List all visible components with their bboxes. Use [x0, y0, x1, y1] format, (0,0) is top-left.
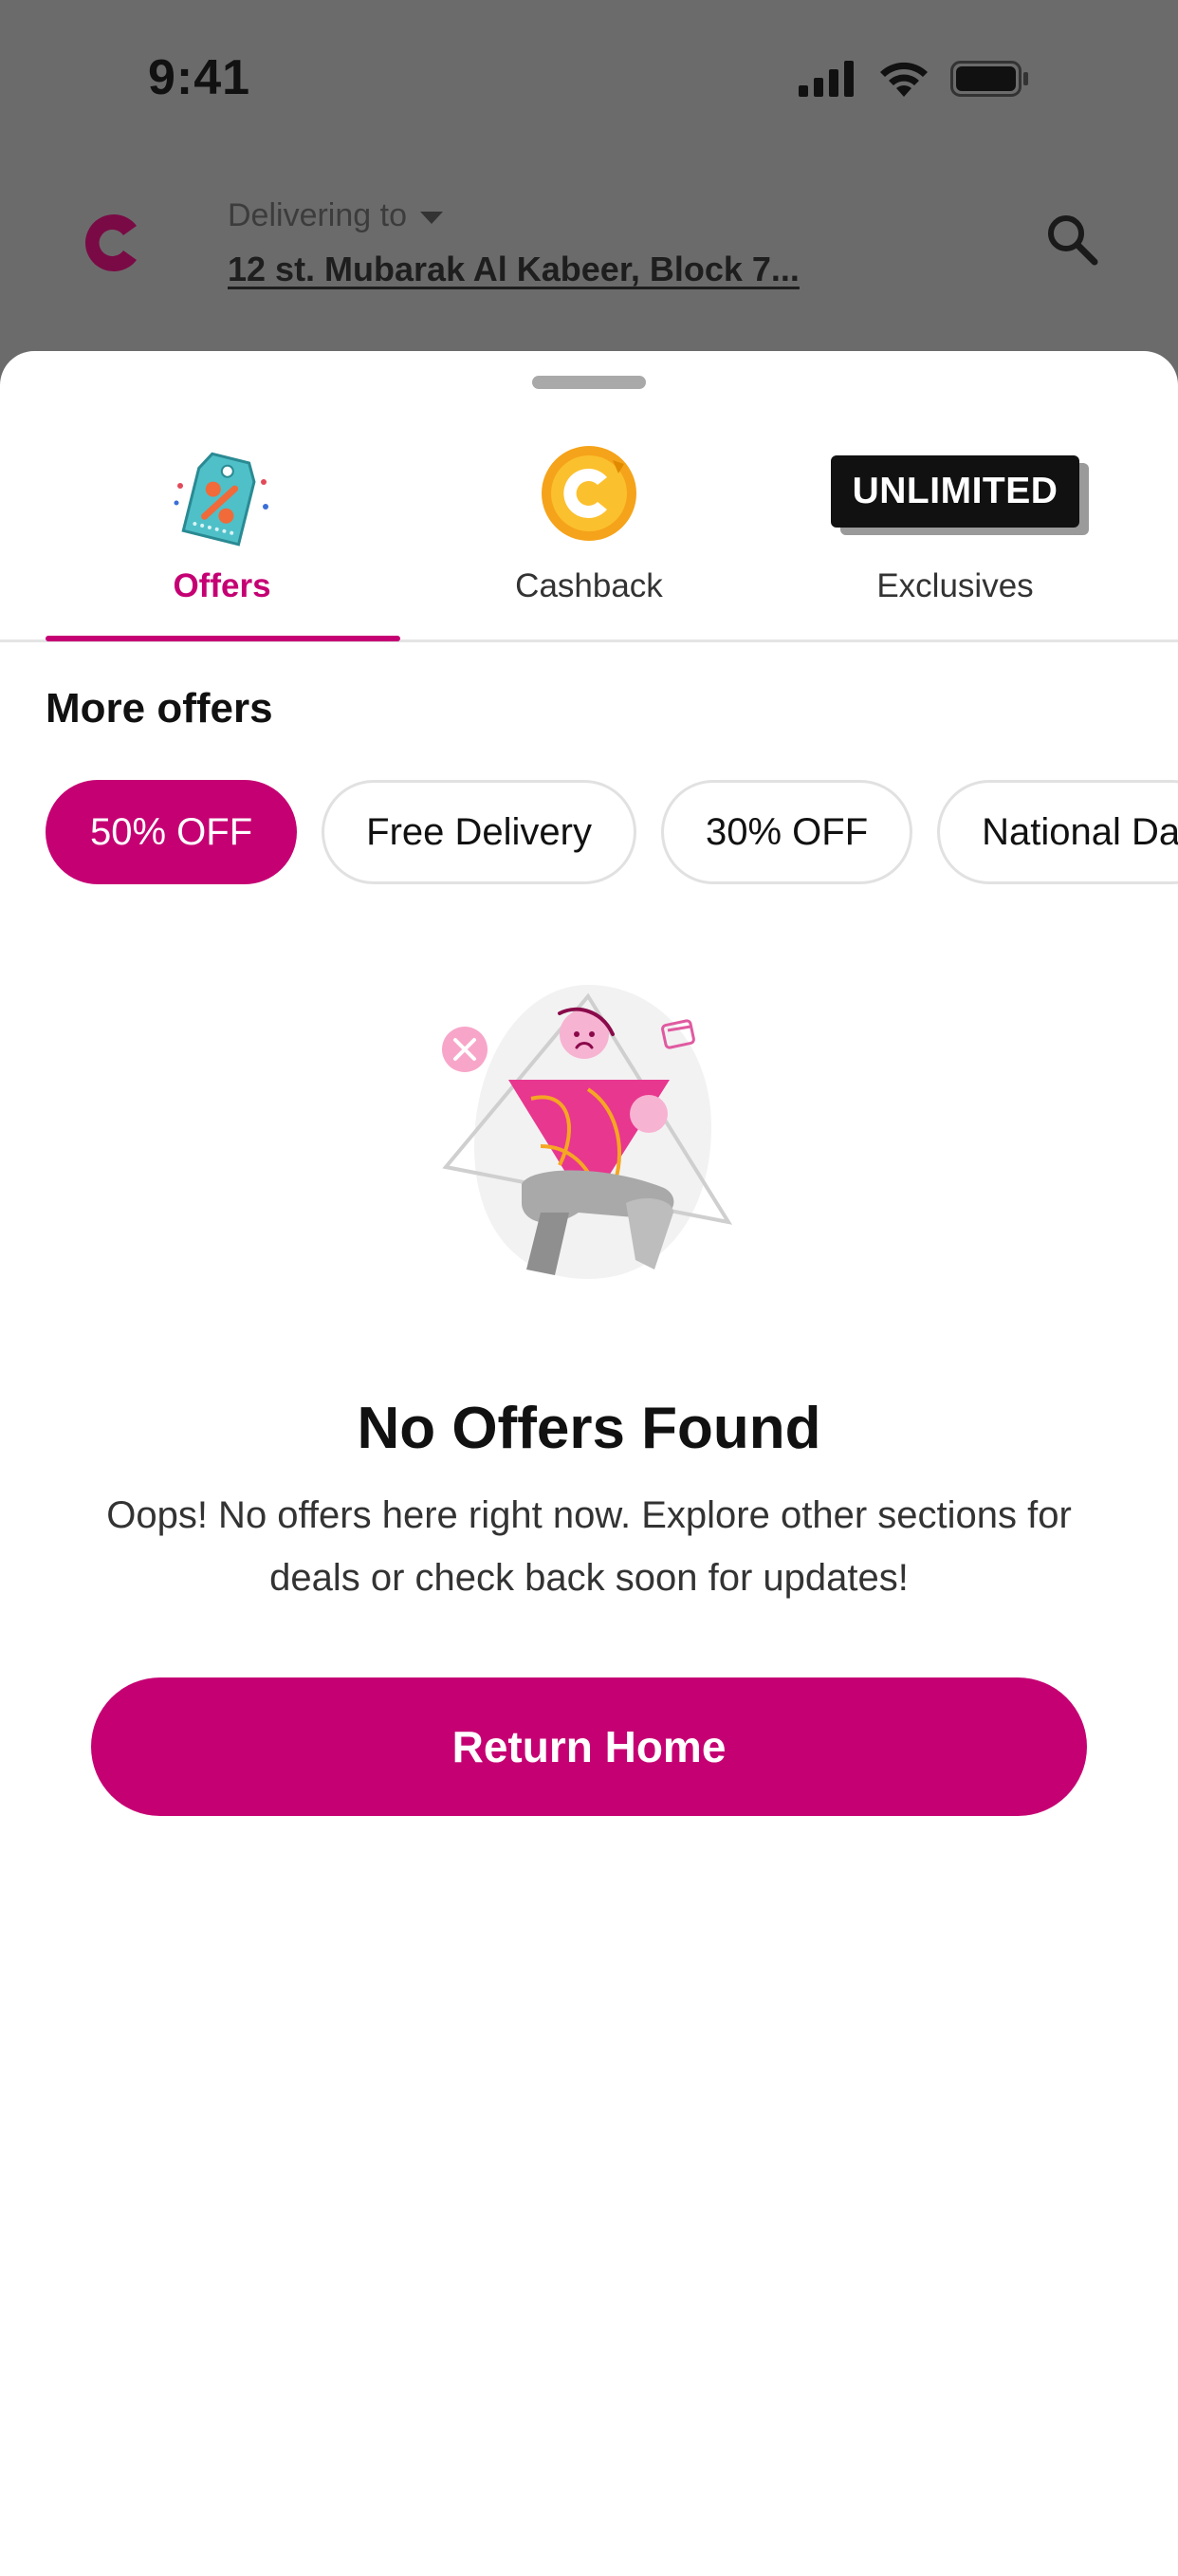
empty-state-title: No Offers Found — [357, 1396, 821, 1461]
cellular-signal-icon — [799, 61, 854, 97]
sad-figure-illustration — [442, 985, 733, 1279]
chip-30-off[interactable]: 30% OFF — [661, 780, 913, 884]
return-home-button[interactable]: Return Home — [91, 1677, 1087, 1816]
delivery-location[interactable]: Delivering to 12 st. Mubarak Al Kabeer, … — [228, 197, 800, 289]
tab-cashback[interactable]: Cashback — [494, 436, 684, 643]
unlimited-badge: UNLIMITED — [831, 455, 1089, 535]
status-icons — [799, 61, 1030, 97]
tab-cashback-label: Cashback — [515, 567, 663, 604]
tab-offers[interactable]: Offers — [127, 436, 317, 643]
chip-free-delivery[interactable]: Free Delivery — [322, 780, 636, 884]
brand-logo[interactable] — [80, 205, 148, 281]
delivering-label: Delivering to — [228, 197, 407, 233]
chevron-down-icon — [419, 212, 443, 224]
wifi-icon — [880, 62, 928, 97]
unlimited-badge-text: UNLIMITED — [831, 455, 1079, 528]
percent-tag-icon — [174, 452, 268, 547]
delivery-address[interactable]: 12 st. Mubarak Al Kabeer, Block 7... — [228, 250, 800, 289]
active-tab-indicator — [46, 636, 400, 641]
offer-filter-chips: 50% OFF Free Delivery 30% OFF National D… — [46, 780, 1178, 884]
tab-exclusives[interactable]: UNLIMITED Exclusives — [813, 436, 1097, 643]
tab-exclusives-label: Exclusives — [876, 567, 1034, 604]
status-time: 9:41 — [148, 50, 251, 105]
chip-national-day[interactable]: National Da — [937, 780, 1178, 884]
chip-50-off[interactable]: 50% OFF — [46, 780, 298, 884]
cashback-coin-icon — [542, 446, 636, 541]
offers-sheet: Offers Cashback UNLIMITED Exclusives Mor… — [0, 351, 1178, 2576]
search-icon[interactable] — [1043, 211, 1100, 268]
offers-tabs: Offers Cashback UNLIMITED Exclusives — [0, 436, 1178, 643]
battery-icon — [950, 61, 1028, 97]
empty-state-message: Oops! No offers here right now. Explore … — [106, 1494, 1072, 1599]
sheet-grabber[interactable] — [532, 376, 646, 389]
tab-offers-label: Offers — [173, 567, 271, 604]
section-title: More offers — [46, 685, 273, 732]
dimmed-header: 9:41 Delivering to 12 st. Mubarak Al Kab… — [0, 0, 1178, 380]
